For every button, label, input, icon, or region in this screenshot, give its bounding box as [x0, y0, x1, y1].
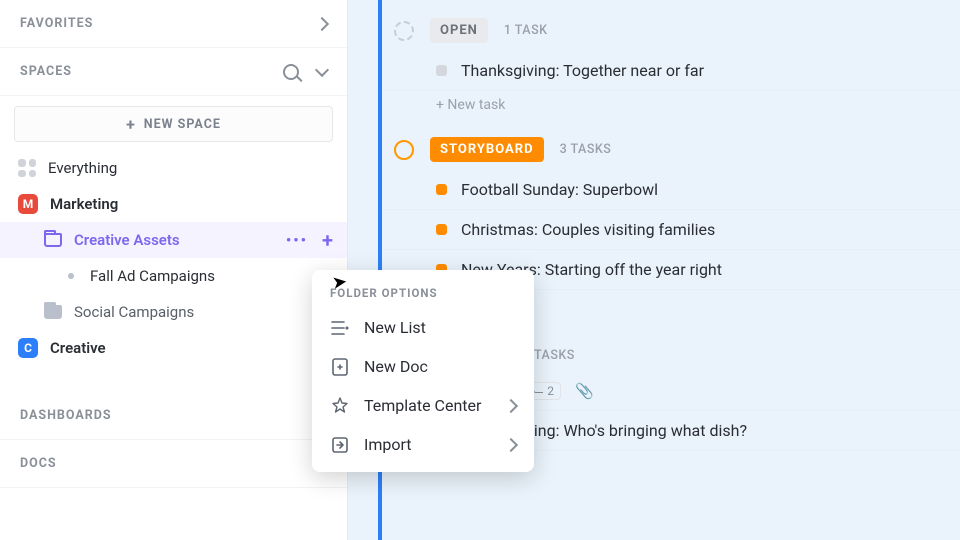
status-group-open[interactable]: OPEN 1 TASK	[382, 0, 960, 51]
sidebar-item-social-campaigns[interactable]: Social Campaigns	[0, 294, 347, 330]
grid-icon	[18, 159, 36, 177]
chevron-right-icon	[315, 16, 329, 30]
sidebar-item-label: Creative	[50, 339, 106, 357]
chevron-right-icon	[504, 437, 518, 451]
sidebar-item-label: Fall Ad Campaigns	[90, 267, 215, 285]
status-toggle-icon[interactable]	[394, 140, 414, 160]
status-square-icon[interactable]	[436, 184, 447, 195]
status-square-icon[interactable]	[436, 65, 447, 76]
sidebar-item-label: Creative Assets	[74, 231, 180, 249]
import-icon	[330, 436, 350, 454]
chevron-down-icon[interactable]	[315, 62, 329, 76]
chevron-right-icon	[504, 398, 518, 412]
doc-icon	[330, 358, 350, 376]
popover-item-new-doc[interactable]: New Doc	[312, 347, 534, 386]
folder-icon	[44, 233, 62, 247]
popover-item-label: Template Center	[364, 396, 481, 415]
attachment-icon[interactable]: 📎	[575, 382, 594, 400]
status-pill: OPEN	[430, 18, 488, 43]
sidebar-item-marketing[interactable]: M Marketing	[0, 186, 347, 222]
space-badge-creative: C	[18, 338, 38, 358]
new-task-button[interactable]: + New task	[382, 91, 960, 119]
favorites-section-header[interactable]: FAVORITES	[0, 0, 347, 48]
status-pill: STORYBOARD	[430, 137, 544, 162]
popover-item-label: New Doc	[364, 357, 428, 376]
docs-section-header[interactable]: DOCS	[0, 440, 347, 488]
list-icon	[330, 320, 350, 336]
status-toggle-icon[interactable]	[394, 21, 414, 41]
more-options-icon[interactable]: •••	[286, 231, 308, 249]
list-bullet-icon	[68, 273, 74, 279]
task-row[interactable]: Thanksgiving: Together near or far	[382, 51, 960, 91]
template-icon	[330, 397, 350, 415]
docs-label: DOCS	[20, 456, 57, 471]
popover-item-label: Import	[364, 435, 412, 454]
subtask-count: 2	[547, 384, 554, 398]
popover-item-template-center[interactable]: Template Center	[312, 386, 534, 425]
favorites-label: FAVORITES	[20, 16, 93, 31]
new-space-label: NEW SPACE	[144, 117, 221, 132]
sidebar-item-creative[interactable]: C Creative	[0, 330, 347, 366]
task-count: 3 TASKS	[560, 142, 612, 157]
dashboards-section-header[interactable]: DASHBOARDS	[0, 392, 347, 440]
popover-item-new-list[interactable]: New List	[312, 308, 534, 347]
status-group-storyboard[interactable]: STORYBOARD 3 TASKS	[382, 119, 960, 170]
task-title: Thanksgiving: Together near or far	[461, 61, 704, 80]
sidebar-item-everything[interactable]: Everything	[0, 150, 347, 186]
sidebar-item-creative-assets[interactable]: Creative Assets ••• +	[0, 222, 347, 258]
sidebar-item-fall-ad-campaigns[interactable]: Fall Ad Campaigns	[0, 258, 347, 294]
status-square-icon[interactable]	[436, 224, 447, 235]
task-count: TASKS	[534, 348, 575, 363]
task-count: 1 TASK	[504, 23, 548, 38]
folder-options-popover: FOLDER OPTIONS New List New Doc Template…	[312, 270, 534, 472]
sidebar-item-label: Marketing	[50, 195, 118, 213]
subtask-icon	[533, 383, 543, 393]
task-title: Football Sunday: Superbowl	[461, 180, 658, 199]
task-row[interactable]: Football Sunday: Superbowl	[382, 170, 960, 210]
sidebar: FAVORITES SPACES + NEW SPACE Everything …	[0, 0, 348, 540]
sidebar-item-label: Everything	[48, 159, 117, 177]
space-badge-marketing: M	[18, 194, 38, 214]
spaces-section-header[interactable]: SPACES	[0, 48, 347, 96]
folder-icon	[44, 305, 62, 319]
spaces-label: SPACES	[20, 64, 72, 79]
mouse-cursor-icon: ➤	[331, 271, 349, 294]
popover-item-import[interactable]: Import	[312, 425, 534, 464]
search-icon[interactable]	[283, 64, 299, 80]
sidebar-item-label: Social Campaigns	[74, 303, 194, 321]
dashboards-label: DASHBOARDS	[20, 408, 112, 423]
plus-icon: +	[126, 115, 136, 134]
add-icon[interactable]: +	[322, 230, 333, 250]
task-title: Christmas: Couples visiting families	[461, 220, 715, 239]
task-row[interactable]: Christmas: Couples visiting families	[382, 210, 960, 250]
popover-item-label: New List	[364, 318, 426, 337]
new-space-button[interactable]: + NEW SPACE	[14, 106, 333, 142]
